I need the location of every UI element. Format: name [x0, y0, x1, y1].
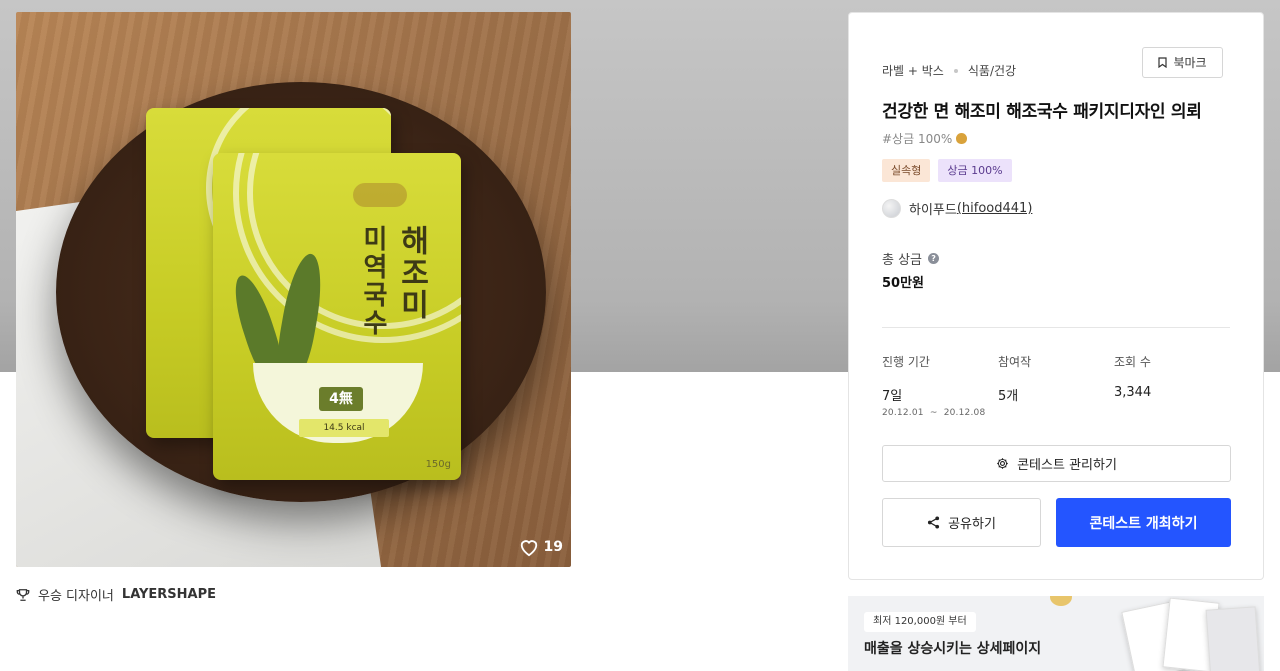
breadcrumb-category[interactable]: 라벨 + 박스: [882, 62, 944, 79]
prize-value: 50만원: [882, 276, 925, 291]
banner-page-mockup: [1205, 606, 1261, 671]
entries-value: 5개: [998, 389, 1019, 404]
like-count: 19: [543, 539, 563, 555]
host-name: 하이푸드: [909, 203, 957, 218]
package-front: 해조미 미역국수 4無 14.5 kcal 150g: [213, 153, 461, 480]
stat-duration: 진행 기간 7일 20.12.01 ~ 20.12.08: [882, 355, 986, 418]
bookmark-label: 북마크: [1173, 56, 1207, 70]
contest-info-card: 라벨 + 박스 식품/건강 북마크 건강한 면 해조미 해조국수 패키지디자인 …: [848, 12, 1264, 580]
banner-headline: 매출을 상승시키는 상세페이지: [864, 641, 1042, 657]
trophy-icon: [16, 588, 30, 601]
prize-label: 총 상금 ?: [882, 249, 940, 268]
package-kcal: 14.5 kcal: [299, 419, 389, 437]
winner-prefix: 우승 디자이너: [38, 589, 114, 604]
contest-hashtag[interactable]: #상금 100%: [882, 130, 968, 147]
divider: [882, 327, 1230, 328]
product-image[interactable]: 해조미 미역국수 4無 14.5 kcal 150g 19: [16, 12, 571, 567]
help-icon[interactable]: ?: [928, 253, 940, 264]
stat-entries: 참여작 5개: [998, 355, 1032, 404]
package-logo: [353, 183, 407, 207]
share-button[interactable]: 공유하기: [882, 498, 1041, 547]
like-button[interactable]: 19: [518, 537, 563, 557]
winner-designer: 우승 디자이너 LAYERSHAPE: [16, 585, 216, 604]
bookmark-button[interactable]: 북마크: [1142, 47, 1223, 78]
duration-dates: 20.12.01 ~ 20.12.08: [882, 408, 986, 418]
host-info[interactable]: 하이푸드 (hifood441): [882, 199, 1032, 218]
duration-value: 7일: [882, 389, 903, 404]
host-contest-button[interactable]: 콘테스트 개최하기: [1056, 498, 1231, 547]
banner-price-pill: 최저 120,000원 부터: [864, 612, 976, 632]
package-weight: 150g: [425, 459, 451, 470]
breadcrumb-subcategory[interactable]: 식품/건강: [968, 62, 1016, 79]
share-icon: [928, 516, 940, 529]
decoration-ball: [1050, 596, 1072, 606]
winner-name[interactable]: LAYERSHAPE: [122, 587, 216, 602]
ad-banner[interactable]: 최저 120,000원 부터 매출을 상승시키는 상세페이지: [848, 596, 1264, 671]
stat-views: 조회 수 3,344: [1114, 355, 1152, 400]
bookmark-icon: [1158, 57, 1168, 68]
contest-title: 건강한 면 해조미 해조국수 패키지디자인 의뢰: [882, 102, 1202, 122]
package-badge: 4無: [319, 387, 363, 411]
host-handle[interactable]: (hifood441): [957, 201, 1033, 216]
money-bag-icon: [956, 133, 968, 144]
gear-icon: [997, 458, 1008, 469]
heart-icon: [520, 540, 537, 557]
contest-tags: 실속형 상금 100%: [882, 159, 1012, 182]
breadcrumb: 라벨 + 박스 식품/건강: [882, 62, 1016, 79]
manage-contest-button[interactable]: 콘테스트 관리하기: [882, 445, 1231, 482]
breadcrumb-separator: [953, 68, 958, 73]
tag-prize: 상금 100%: [938, 159, 1012, 182]
host-avatar: [882, 199, 901, 218]
views-value: 3,344: [1114, 385, 1152, 400]
package-subtitle: 미역국수: [358, 225, 388, 337]
package-title: 해조미: [394, 225, 429, 321]
tag-type: 실속형: [882, 159, 931, 182]
